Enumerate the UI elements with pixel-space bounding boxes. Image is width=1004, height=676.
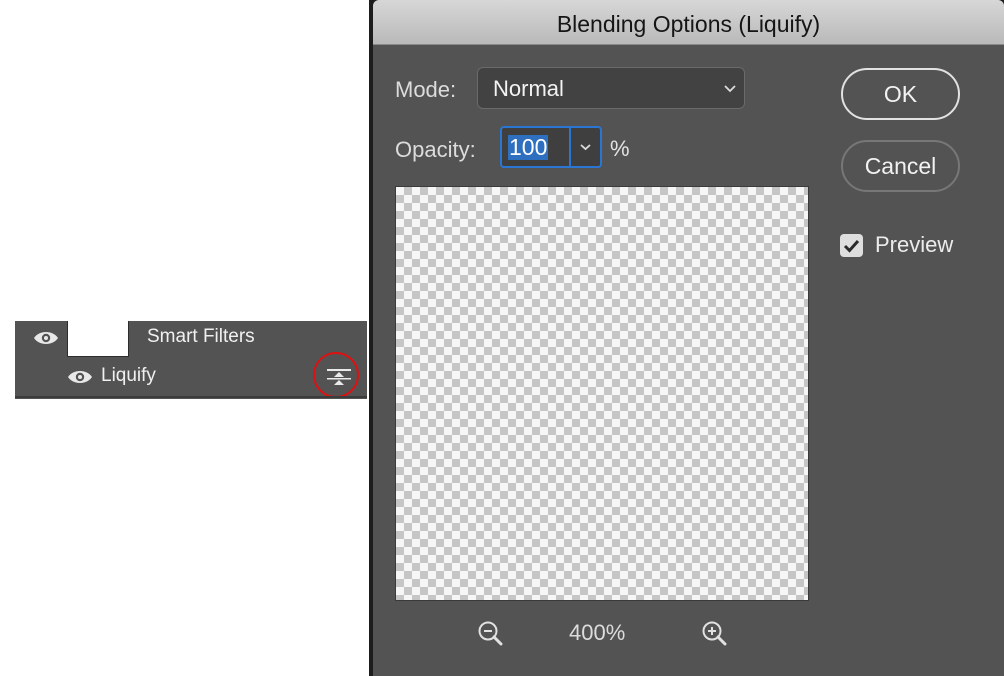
layers-panel: Smart Filters Liquify <box>15 321 367 399</box>
blending-options-dialog: Blending Options (Liquify) Mode: Normal … <box>373 0 1004 676</box>
chevron-down-icon <box>580 144 591 151</box>
mode-value: Normal <box>493 76 564 101</box>
chevron-down-icon <box>724 85 736 93</box>
cancel-button[interactable]: Cancel <box>841 140 960 192</box>
mode-select[interactable]: Normal <box>477 67 745 109</box>
filter-row-liquify[interactable]: Liquify <box>15 352 367 398</box>
ok-button[interactable]: OK <box>841 68 960 120</box>
opacity-combobox: 100 <box>500 126 602 168</box>
zoom-in-icon[interactable] <box>700 619 730 649</box>
opacity-dropdown-button[interactable] <box>571 128 600 166</box>
highlight-circle <box>313 352 359 398</box>
preview-label: Preview <box>875 232 954 257</box>
checkbox-box[interactable] <box>840 234 863 257</box>
smart-filter-mask-thumbnail[interactable] <box>67 321 129 357</box>
zoom-out-icon[interactable] <box>476 619 506 649</box>
eye-icon[interactable] <box>67 369 93 385</box>
opacity-label: Opacity: <box>395 137 476 162</box>
zoom-level: 400% <box>569 620 626 645</box>
preview-canvas[interactable] <box>395 186 809 601</box>
dialog-title: Blending Options (Liquify) <box>373 0 1004 45</box>
eye-icon[interactable] <box>33 330 59 346</box>
opacity-unit: % <box>610 136 630 161</box>
divider <box>15 396 367 398</box>
mode-label: Mode: <box>395 77 457 102</box>
smart-filters-row[interactable]: Smart Filters <box>15 321 367 358</box>
opacity-value: 100 <box>508 134 549 160</box>
opacity-input[interactable]: 100 <box>502 128 569 166</box>
checkmark-icon <box>843 239 860 253</box>
smart-filters-label: Smart Filters <box>147 326 255 347</box>
filter-label: Liquify <box>101 365 156 386</box>
